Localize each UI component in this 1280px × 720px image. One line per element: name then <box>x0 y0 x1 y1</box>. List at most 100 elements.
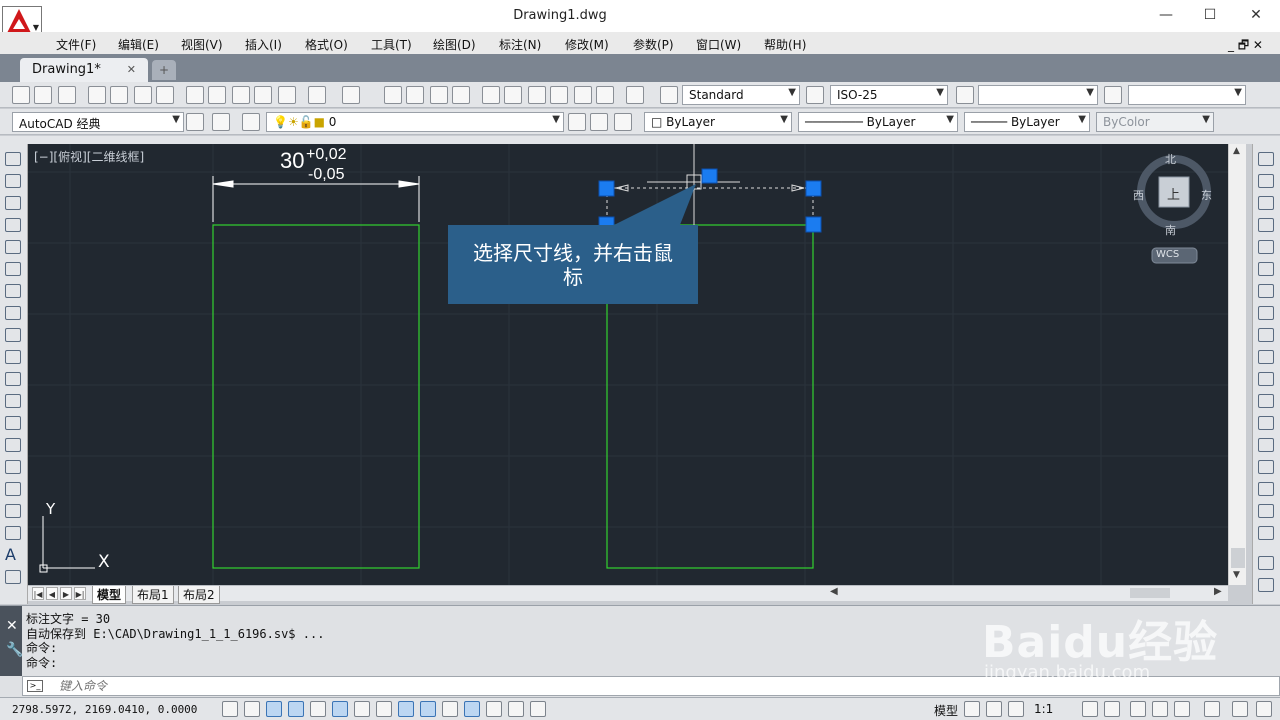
viewcube-east[interactable]: 东 <box>1201 187 1212 203</box>
table-icon[interactable] <box>5 526 21 540</box>
selection-cycling-icon[interactable] <box>508 701 524 717</box>
dimension-text[interactable]: 30 <box>280 148 304 174</box>
layer-properties-icon[interactable] <box>242 113 260 131</box>
close-icon[interactable]: ✕ <box>127 63 136 76</box>
menu-file[interactable]: 文件(F) <box>56 36 96 53</box>
transparency-icon[interactable] <box>464 701 480 717</box>
horizontal-scrollbar[interactable]: ◀ ▶ <box>826 586 1228 599</box>
status-menu-icon[interactable] <box>1232 701 1248 717</box>
annotation-visibility-icon[interactable] <box>1082 701 1098 717</box>
trim-icon[interactable] <box>1258 350 1274 364</box>
copy-icon[interactable] <box>208 86 226 104</box>
menu-format[interactable]: 格式(O) <box>305 36 348 53</box>
preview-icon[interactable] <box>110 86 128 104</box>
menu-dimension[interactable]: 标注(N) <box>499 36 541 53</box>
annotation-scale[interactable]: 1:1 <box>1034 702 1053 716</box>
first-layout-icon[interactable]: |◀ <box>32 587 44 600</box>
gradient-icon[interactable] <box>5 482 21 496</box>
line-icon[interactable] <box>5 152 21 166</box>
offset-icon[interactable] <box>1258 218 1274 232</box>
publish-icon[interactable] <box>134 86 152 104</box>
maximize-button[interactable]: ☐ <box>1190 4 1230 26</box>
color-select[interactable]: □ ByLayer ▼ <box>644 112 792 132</box>
model-space-button[interactable]: 模型 <box>934 702 958 719</box>
properties-icon[interactable] <box>482 86 500 104</box>
zoom-realtime-icon[interactable] <box>406 86 424 104</box>
ducs-icon[interactable] <box>398 701 414 717</box>
dim-style-icon[interactable] <box>806 86 824 104</box>
viewcube-north[interactable]: 北 <box>1165 151 1176 167</box>
command-input[interactable] <box>59 678 659 694</box>
draworder-back-icon[interactable] <box>1258 578 1274 592</box>
workspace-switch-icon[interactable] <box>1130 701 1146 717</box>
save-icon[interactable] <box>58 86 76 104</box>
ortho-icon[interactable] <box>288 701 304 717</box>
polygon-icon[interactable] <box>5 218 21 232</box>
explode-icon[interactable] <box>1258 526 1274 540</box>
paste-icon[interactable] <box>232 86 250 104</box>
workspace-settings-icon[interactable] <box>186 113 204 131</box>
break-at-point-icon[interactable] <box>1258 394 1274 408</box>
redo-icon[interactable] <box>342 86 360 104</box>
menu-insert[interactable]: 插入(I) <box>245 36 282 53</box>
help-icon[interactable] <box>626 86 644 104</box>
menu-help[interactable]: 帮助(H) <box>764 36 806 53</box>
stretch-icon[interactable] <box>1258 328 1274 342</box>
print-icon[interactable] <box>88 86 106 104</box>
revision-cloud-icon[interactable] <box>5 306 21 320</box>
menu-modify[interactable]: 修改(M) <box>565 36 609 53</box>
rectangle-icon[interactable] <box>5 240 21 254</box>
chamfer-icon[interactable] <box>1258 460 1274 474</box>
table-style-icon[interactable] <box>956 86 974 104</box>
clean-screen-icon[interactable] <box>1256 701 1272 717</box>
open-icon[interactable] <box>34 86 52 104</box>
mirror-icon[interactable] <box>1258 196 1274 210</box>
blend-curves-icon[interactable] <box>1258 504 1274 518</box>
pan-icon[interactable] <box>384 86 402 104</box>
menu-parametric[interactable]: 参数(P) <box>633 36 674 53</box>
pan-status-icon[interactable] <box>1008 701 1024 717</box>
array-icon[interactable] <box>1258 240 1274 254</box>
auto-scale-icon[interactable] <box>1104 701 1120 717</box>
zoom-previous-icon[interactable] <box>452 86 470 104</box>
wrench-icon[interactable]: 🔧 <box>6 642 23 658</box>
new-tab-button[interactable]: + <box>152 60 176 80</box>
wcs-menu[interactable]: WCS <box>1156 249 1179 260</box>
scale-icon[interactable] <box>1258 306 1274 320</box>
viewcube-west[interactable]: 西 <box>1133 187 1144 203</box>
3d-print-icon[interactable] <box>156 86 174 104</box>
vertical-scrollbar[interactable]: ▲ ▼ <box>1228 144 1246 585</box>
block-editor-icon[interactable] <box>278 86 296 104</box>
polyline-icon[interactable] <box>5 196 21 210</box>
otrack-icon[interactable] <box>376 701 392 717</box>
construction-line-icon[interactable] <box>5 174 21 188</box>
isolate-objects-icon[interactable] <box>1204 701 1220 717</box>
minimize-button[interactable]: — <box>1146 4 1186 26</box>
menu-edit[interactable]: 编辑(E) <box>118 36 159 53</box>
rotate-icon[interactable] <box>1258 284 1274 298</box>
prev-layout-icon[interactable]: ◀ <box>46 587 58 600</box>
close-icon[interactable]: ✕ <box>6 618 18 634</box>
point-icon[interactable] <box>5 438 21 452</box>
table-style-select[interactable]: ▼ <box>978 85 1098 105</box>
viewport-label[interactable]: [−][俯视][二维线框] <box>34 148 144 165</box>
viewcube-south[interactable]: 南 <box>1165 222 1176 238</box>
layer-isolate-icon[interactable] <box>614 113 632 131</box>
menu-tools[interactable]: 工具(T) <box>371 36 412 53</box>
scroll-down-icon[interactable]: ▼ <box>1233 570 1240 580</box>
lineweight-icon[interactable] <box>442 701 458 717</box>
join-icon[interactable] <box>1258 438 1274 452</box>
h-scroll-thumb[interactable] <box>1130 588 1170 598</box>
quick-properties-icon[interactable] <box>486 701 502 717</box>
make-current-layer-icon[interactable] <box>568 113 586 131</box>
erase-icon[interactable] <box>1258 152 1274 166</box>
command-prompt-icon[interactable]: >_ <box>27 680 43 692</box>
multileader-style-icon[interactable] <box>1104 86 1122 104</box>
infer-constraints-icon[interactable] <box>222 701 238 717</box>
cut-icon[interactable] <box>186 86 204 104</box>
osnap-icon[interactable] <box>332 701 348 717</box>
draworder-icon[interactable] <box>1258 556 1274 570</box>
scroll-right-icon[interactable]: ▶ <box>1214 586 1222 597</box>
hardware-acceleration-icon[interactable] <box>1174 701 1190 717</box>
menu-window[interactable]: 窗口(W) <box>696 36 741 53</box>
